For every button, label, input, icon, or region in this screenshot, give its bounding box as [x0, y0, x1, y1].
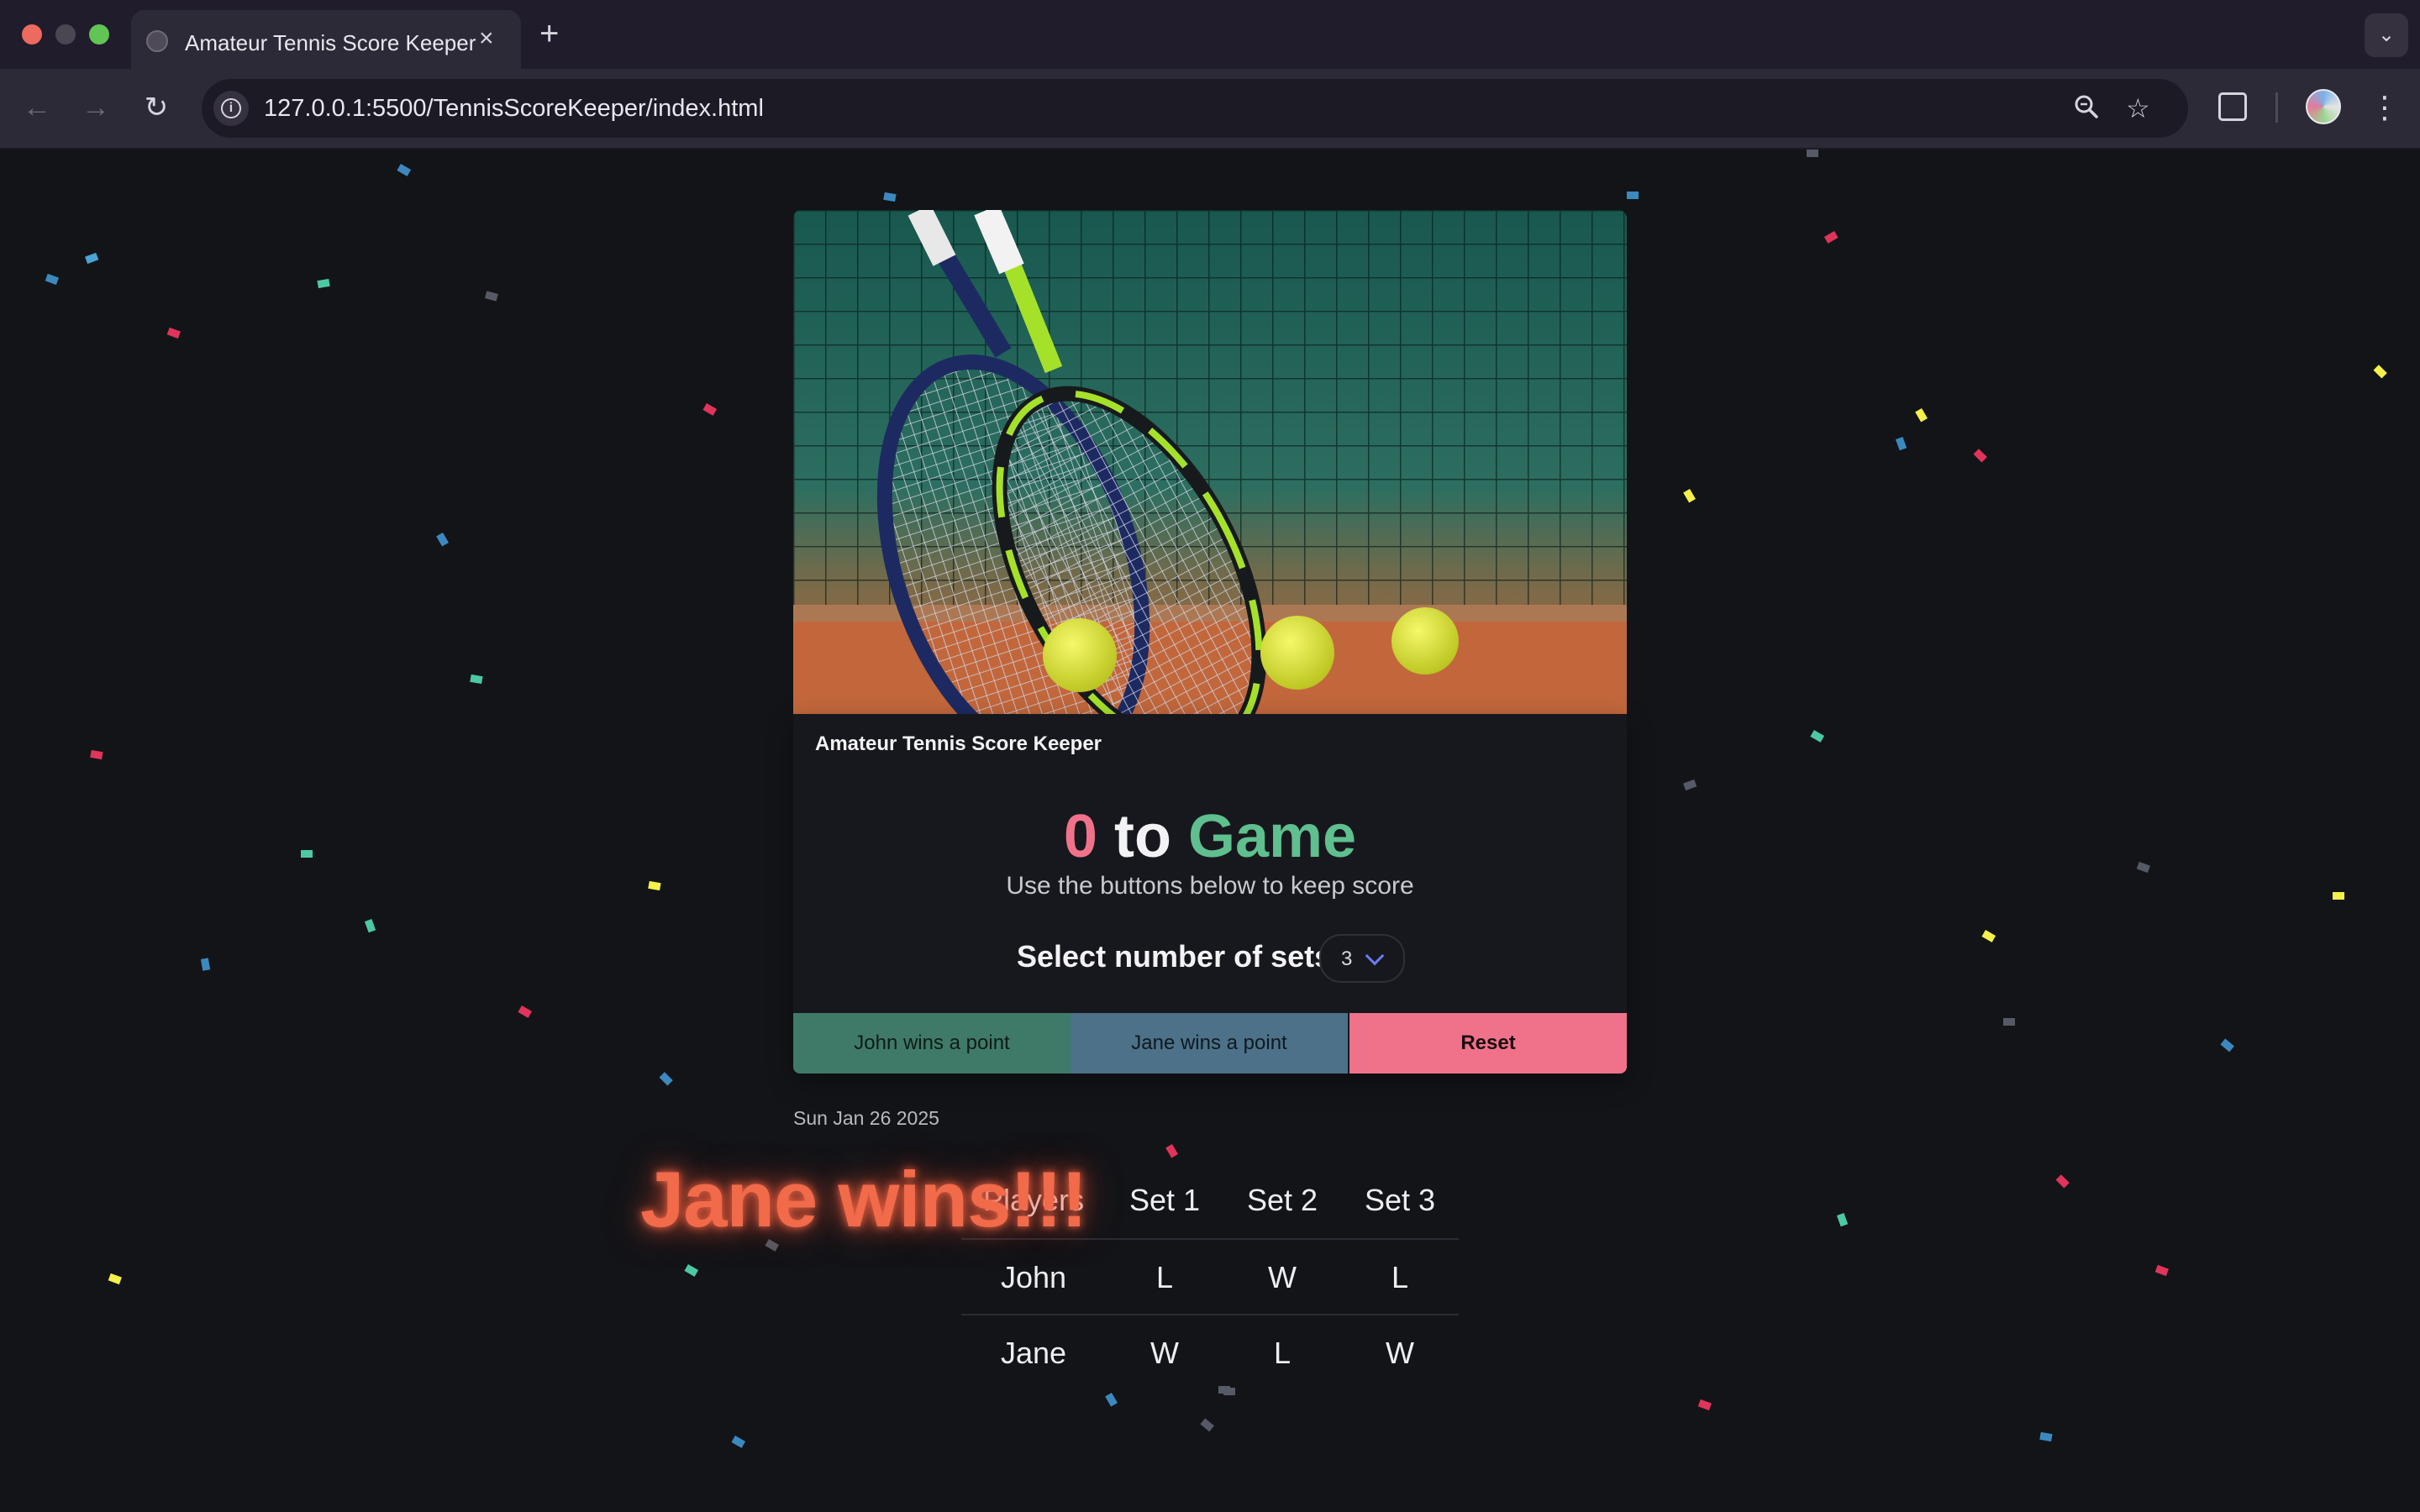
url-text[interactable]: 127.0.0.1:5500/TennisScoreKeeper/index.h… — [264, 95, 764, 123]
confetti-piece — [2039, 1431, 2053, 1442]
header-cell: Set 3 — [1364, 1183, 1436, 1217]
browser-tab-strip: Amateur Tennis Score Keeper × + ⌄ — [0, 0, 2420, 69]
confetti-piece — [1915, 407, 1928, 423]
confetti-piece — [883, 192, 897, 202]
reload-icon[interactable]: ↻ — [136, 87, 176, 128]
winner-banner: Jane wins!!! — [640, 1155, 1087, 1243]
confetti-piece — [659, 1072, 673, 1086]
confetti-piece — [1981, 930, 1996, 942]
set-result-cell: L — [1155, 1260, 1174, 1294]
set-result-cell: W — [1386, 1336, 1414, 1370]
confetti-piece — [518, 1005, 533, 1018]
confetti-piece — [45, 273, 59, 286]
confetti-piece — [1165, 1143, 1178, 1158]
back-arrow-icon[interactable]: ← — [17, 87, 57, 128]
confetti-piece — [1895, 437, 1907, 451]
address-bar[interactable]: i 127.0.0.1:5500/TennisScoreKeeper/index… — [202, 79, 2188, 138]
confetti-piece — [166, 327, 181, 339]
confetti-piece — [364, 919, 376, 933]
confetti-piece — [1627, 192, 1639, 199]
star-icon[interactable]: ☆ — [2126, 92, 2150, 124]
set-result-cell: W — [1150, 1336, 1179, 1370]
score-separator: to — [1113, 803, 1171, 870]
match-date: Sun Jan 26 2025 — [793, 1107, 939, 1129]
confetti-piece — [1807, 150, 1818, 157]
sets-select-value: 3 — [1341, 948, 1353, 970]
action-buttons: John wins a point Jane wins a point Rese… — [793, 1013, 1627, 1074]
sets-selector-row: Select number of sets 3 — [793, 929, 1627, 983]
close-tab-icon[interactable]: × — [479, 25, 494, 52]
confetti-piece — [436, 532, 449, 547]
set-result-cell: L — [1391, 1260, 1409, 1294]
card-body: Amateur Tennis Score Keeper 0 to Game Us… — [793, 714, 1627, 1074]
confetti-piece — [301, 850, 313, 858]
confetti-piece — [731, 1436, 746, 1448]
table-row: John L W L — [961, 1238, 1459, 1314]
tennis-rackets-image — [793, 210, 1627, 714]
set-result-cell: W — [1268, 1260, 1297, 1294]
confetti-piece — [200, 958, 211, 971]
confetti-piece — [317, 278, 330, 289]
more-menu-icon[interactable]: ⋮ — [2368, 87, 2402, 128]
toolbar-divider — [2275, 92, 2278, 123]
confetti-piece — [1836, 1213, 1849, 1227]
confetti-piece — [2154, 1264, 2169, 1277]
sets-label: Select number of sets — [1017, 939, 1332, 974]
header-cell: Set 1 — [1128, 1183, 1201, 1217]
maximize-window-button[interactable] — [89, 24, 109, 45]
confetti-piece — [684, 1264, 699, 1277]
score-keeper-card: Amateur Tennis Score Keeper 0 to Game Us… — [793, 210, 1627, 1074]
confetti-piece — [1697, 1399, 1712, 1411]
card-title: Amateur Tennis Score Keeper — [815, 732, 1102, 755]
confetti-piece — [1823, 231, 1839, 244]
confetti-piece — [2220, 1038, 2234, 1053]
player-name-cell: Jane — [1000, 1336, 1067, 1370]
confetti-piece — [90, 749, 103, 760]
sets-select[interactable]: 3 — [1319, 934, 1405, 983]
confetti-piece — [648, 880, 661, 891]
confetti-piece — [1683, 779, 1697, 791]
john-score: 0 — [1063, 803, 1097, 870]
confetti-piece — [1683, 488, 1696, 503]
set-result-cell: L — [1273, 1336, 1292, 1370]
minimize-window-button[interactable] — [55, 24, 76, 45]
chevron-down-icon — [1365, 946, 1385, 966]
tab-search-button[interactable]: ⌄ — [2365, 13, 2408, 57]
extensions-icon[interactable] — [2218, 92, 2247, 121]
confetti-piece — [397, 164, 412, 176]
scoreline: 0 to Game — [793, 803, 1627, 870]
confetti-piece — [470, 674, 483, 685]
browser-toolbar: ← → ↻ i 127.0.0.1:5500/TennisScoreKeeper… — [0, 69, 2420, 150]
reset-button[interactable]: Reset — [1349, 1013, 1627, 1074]
globe-icon — [146, 30, 168, 52]
player-name-cell: John — [1000, 1260, 1067, 1294]
confetti-piece — [1200, 1418, 1214, 1432]
john-point-button[interactable]: John wins a point — [793, 1013, 1071, 1074]
browser-tab[interactable]: Amateur Tennis Score Keeper × — [131, 10, 521, 69]
forward-arrow-icon[interactable]: → — [76, 87, 116, 128]
confetti-piece — [2373, 365, 2387, 379]
confetti-piece — [702, 403, 718, 416]
confetti-piece — [2055, 1174, 2070, 1189]
instructions-text: Use the buttons below to keep score — [1006, 872, 1414, 900]
confetti-piece — [1105, 1392, 1118, 1407]
confetti-piece — [1973, 449, 1987, 463]
jane-score: Game — [1187, 803, 1357, 870]
confetti-piece — [2333, 892, 2344, 900]
confetti-piece — [2003, 1018, 2015, 1026]
confetti-piece — [108, 1273, 122, 1285]
header-cell: Set 2 — [1246, 1183, 1318, 1217]
profile-avatar[interactable] — [2306, 89, 2341, 124]
table-row: Jane W L W — [961, 1314, 1459, 1389]
jane-point-button[interactable]: Jane wins a point — [1071, 1013, 1348, 1074]
confetti-piece — [1810, 730, 1825, 743]
close-window-button[interactable] — [22, 24, 42, 45]
tab-title: Amateur Tennis Score Keeper — [185, 30, 476, 55]
new-tab-button[interactable]: + — [539, 17, 559, 50]
confetti-piece — [85, 252, 99, 265]
zoom-icon[interactable] — [2072, 92, 2101, 128]
confetti-piece — [2136, 861, 2150, 874]
confetti-piece — [484, 291, 498, 302]
site-info-icon[interactable]: i — [213, 91, 249, 126]
